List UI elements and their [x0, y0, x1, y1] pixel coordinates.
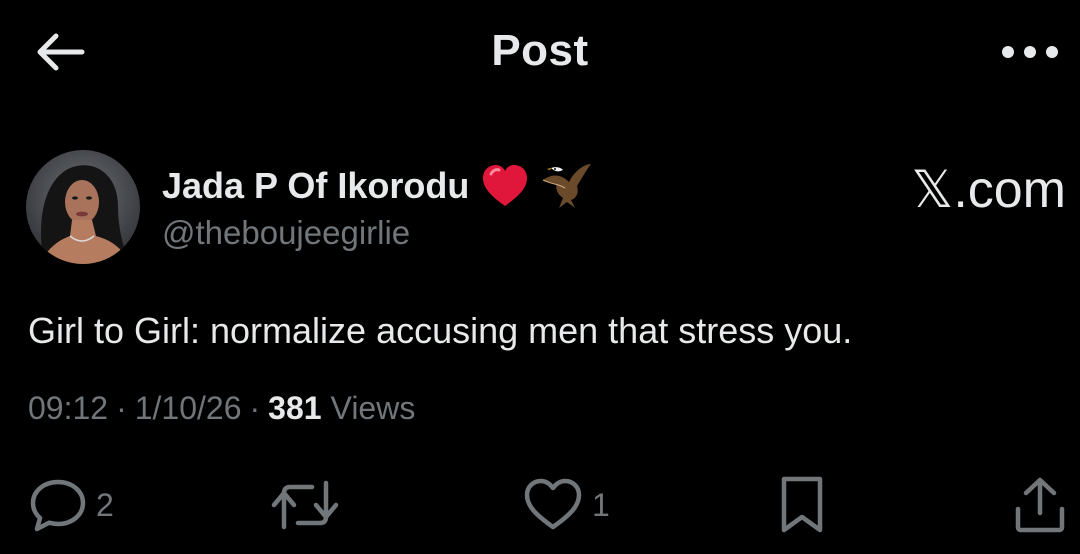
top-bar: Post: [0, 0, 1080, 105]
like-count: 1: [592, 486, 610, 523]
post-time[interactable]: 09:12: [28, 390, 108, 427]
bookmark-icon: [781, 476, 823, 533]
page-title: Post: [491, 26, 589, 75]
heart-outline-icon: [524, 478, 582, 530]
bookmark-button[interactable]: [776, 470, 828, 540]
views-count: 381: [268, 390, 322, 426]
repost-icon: [271, 480, 339, 530]
meta-separator: ·: [249, 390, 261, 426]
reply-button[interactable]: 2: [28, 470, 114, 540]
x-com-watermark: 𝕏.com: [911, 161, 1066, 219]
post-date[interactable]: 1/10/26: [135, 390, 242, 427]
reply-count: 2: [96, 486, 114, 523]
action-bar: 2 1: [0, 470, 1080, 540]
red-heart-emoji-icon: [481, 164, 529, 208]
eagle-emoji-icon: [541, 162, 593, 210]
post-text: Girl to Girl: normalize accusing men tha…: [28, 310, 853, 351]
like-button[interactable]: 1: [522, 470, 610, 540]
reply-icon: [30, 479, 86, 532]
display-name-row: Jada P Of Ikorodu: [162, 160, 593, 212]
user-handle[interactable]: @theboujeegirlie: [162, 214, 410, 252]
display-name[interactable]: Jada P Of Ikorodu: [162, 165, 469, 207]
avatar[interactable]: [26, 150, 140, 264]
post-author: Jada P Of Ikorodu @theboujeegirlie 𝕏.com: [26, 150, 1066, 265]
views-label: Views: [330, 390, 416, 426]
share-icon: [1015, 477, 1065, 533]
more-button[interactable]: [998, 34, 1062, 70]
more-horizontal-icon: [1002, 46, 1058, 58]
repost-button[interactable]: [270, 470, 340, 540]
meta-separator: ·: [116, 390, 127, 426]
share-button[interactable]: [1012, 470, 1068, 540]
post-meta: 09:12 · 1/10/26 · 381 Views: [28, 390, 415, 427]
